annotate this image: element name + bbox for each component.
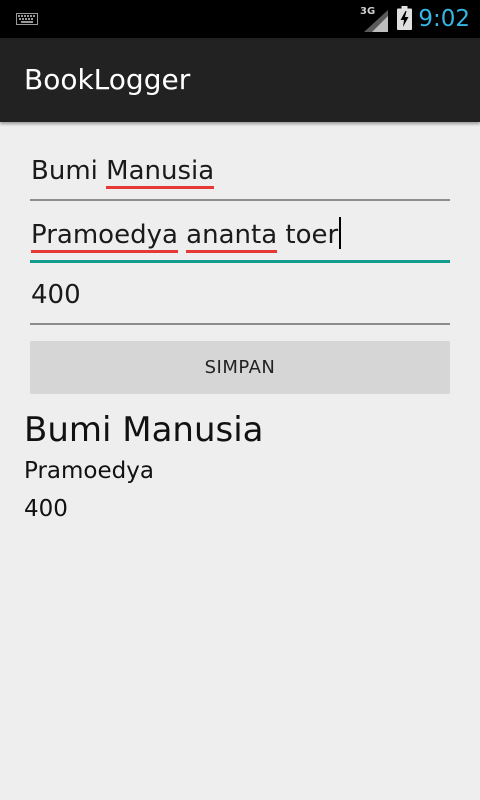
- author-value[interactable]: Pramoedya ananta toer: [31, 217, 342, 253]
- pages-field[interactable]: 400: [30, 275, 450, 325]
- status-clock: 9:02: [418, 6, 470, 32]
- book-title-value[interactable]: Bumi Manusia: [31, 155, 215, 189]
- mobile-signal: 3G: [360, 6, 388, 32]
- author-field[interactable]: Pramoedya ananta toer: [30, 213, 450, 263]
- app-title: BookLogger: [24, 63, 191, 96]
- save-button[interactable]: SIMPAN: [30, 341, 450, 394]
- result-author: Pramoedya: [24, 458, 154, 484]
- text-cursor: [339, 217, 342, 249]
- signal-icon: [364, 10, 388, 32]
- pages-value[interactable]: 400: [31, 279, 81, 311]
- keyboard-icon: [16, 13, 38, 25]
- status-bar: 3G 9:02: [0, 0, 480, 38]
- field-underline: [30, 199, 450, 201]
- result-book-title: Bumi Manusia: [24, 410, 264, 450]
- spellcheck-underline: Pramoedya: [31, 220, 178, 253]
- book-title-field[interactable]: Bumi Manusia: [30, 151, 450, 201]
- action-bar: BookLogger: [0, 38, 480, 122]
- battery-charging-icon: [397, 6, 412, 30]
- field-underline: [30, 323, 450, 325]
- spellcheck-underline: ananta: [186, 220, 278, 253]
- spellcheck-underline: Manusia: [106, 156, 215, 189]
- result-pages: 400: [24, 496, 68, 522]
- field-underline-focused: [30, 260, 450, 263]
